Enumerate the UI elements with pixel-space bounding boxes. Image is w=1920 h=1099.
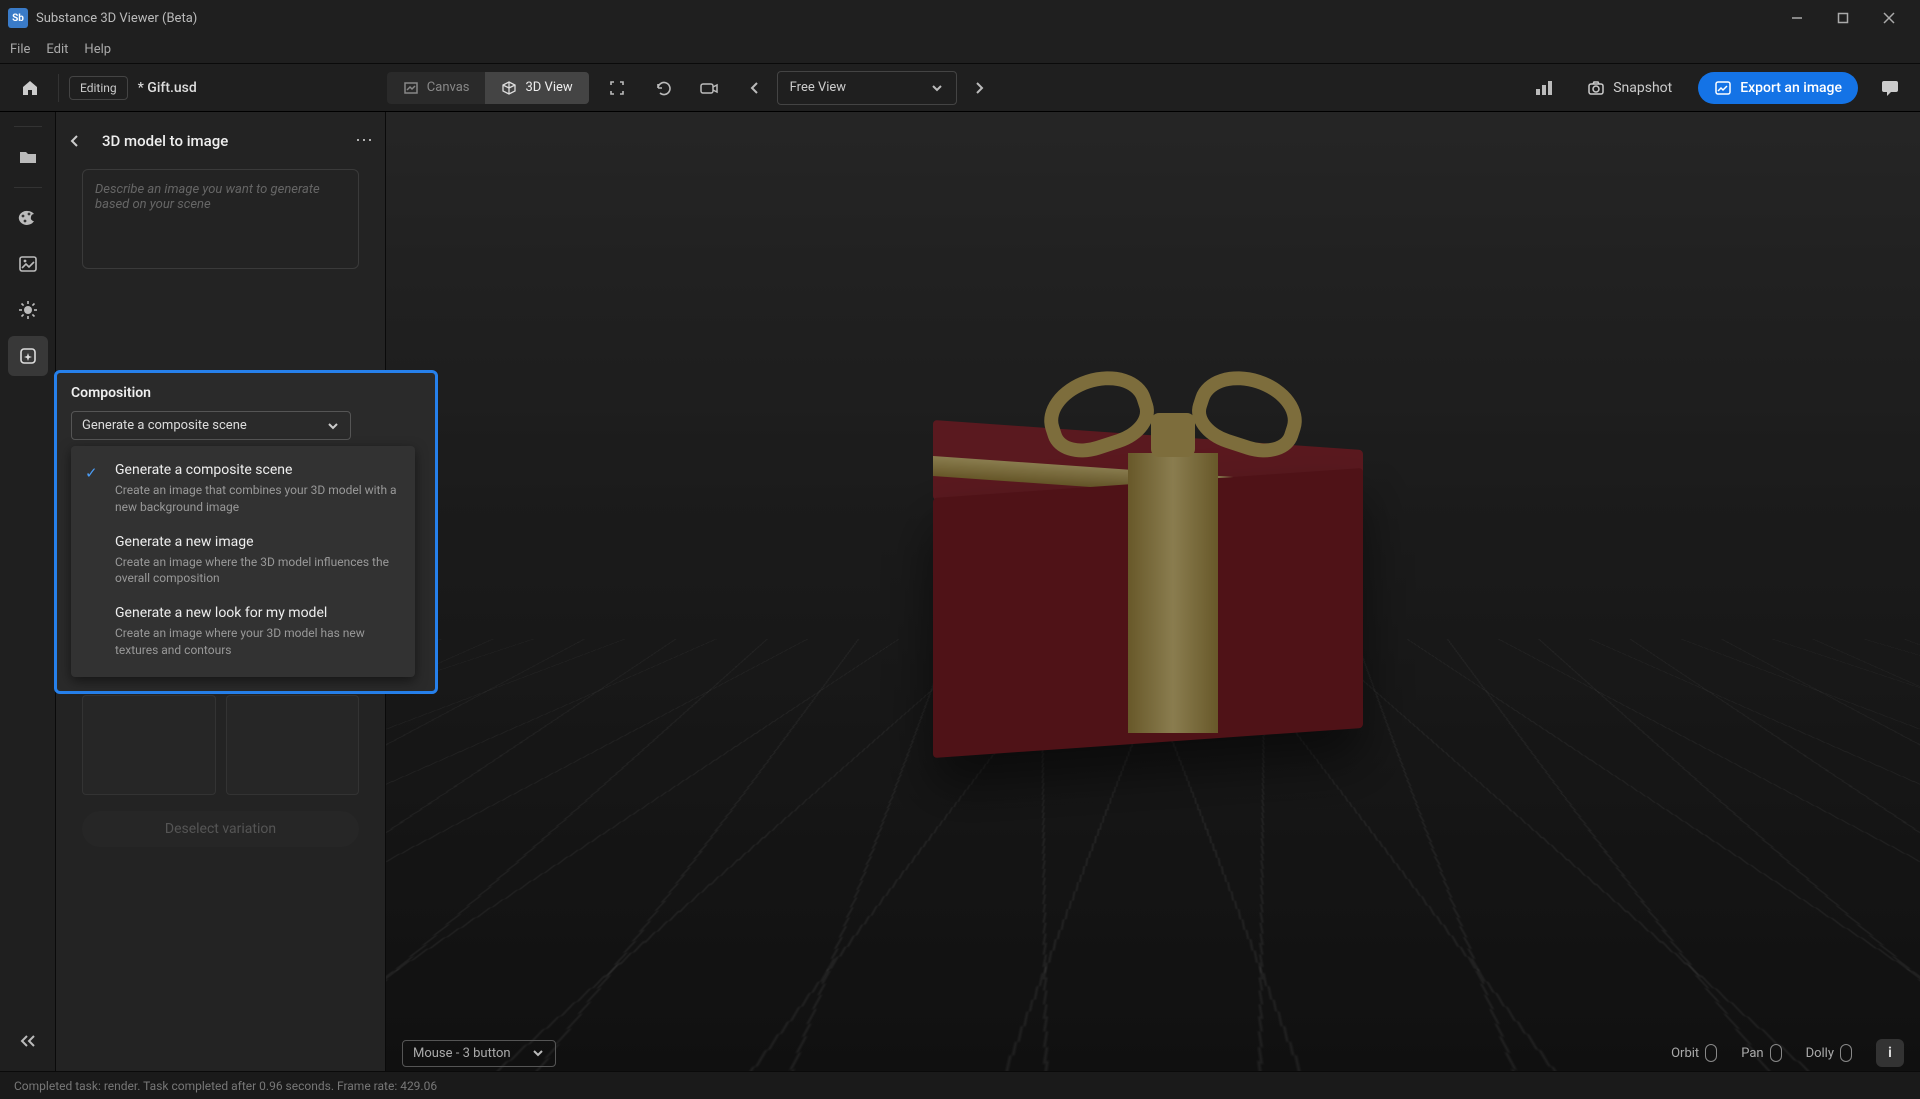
undo-button[interactable]	[645, 70, 681, 106]
palette-icon	[17, 209, 39, 227]
canvas-icon	[403, 80, 419, 96]
camera-select[interactable]: Free View	[777, 71, 957, 105]
rail-collapse-button[interactable]	[8, 1021, 48, 1061]
mode-badge: Editing	[69, 76, 128, 100]
check-icon: ✓	[85, 464, 98, 482]
mouse-mode-select[interactable]: Mouse - 3 button	[402, 1040, 556, 1067]
app-icon: Sb	[8, 8, 28, 28]
menu-file[interactable]: File	[10, 42, 30, 57]
panel-title: 3D model to image	[102, 132, 345, 150]
cube-icon	[501, 80, 517, 96]
separator	[14, 126, 42, 127]
variation-cell[interactable]	[82, 695, 216, 795]
mouse-icon	[1705, 1044, 1717, 1062]
viewport-3d[interactable]: Mouse - 3 button Orbit Pan Dolly i	[386, 112, 1920, 1071]
menu-bar: File Edit Help	[0, 36, 1920, 64]
window-minimize-button[interactable]	[1774, 0, 1820, 36]
composition-select-value: Generate a composite scene	[82, 418, 247, 433]
mouse-mode-label: Mouse - 3 button	[413, 1046, 511, 1061]
prompt-input[interactable]: Describe an image you want to generate b…	[82, 169, 359, 269]
composition-option-title: Generate a new look for my model	[115, 605, 401, 621]
snapshot-icon	[1587, 80, 1605, 96]
snapshot-label: Snapshot	[1613, 80, 1672, 96]
status-text: Completed task: render. Task completed a…	[14, 1079, 437, 1093]
dolly-hint: Dolly	[1806, 1044, 1852, 1062]
composition-option-desc: Create an image where your 3D model has …	[115, 625, 401, 659]
mouse-icon	[1770, 1044, 1782, 1062]
generate-icon	[18, 346, 38, 366]
viewport-footer: Mouse - 3 button Orbit Pan Dolly i	[386, 1035, 1920, 1071]
feedback-button[interactable]	[1872, 70, 1908, 106]
canvas-view-label: Canvas	[427, 80, 470, 95]
separator	[58, 74, 59, 102]
mouse-icon	[1840, 1044, 1852, 1062]
info-button[interactable]: i	[1876, 1039, 1904, 1067]
chevron-down-icon	[531, 1046, 545, 1060]
frame-tool-button[interactable]	[599, 70, 635, 106]
chevron-down-icon	[930, 81, 944, 95]
composition-label: Composition	[71, 385, 421, 401]
rail-generate-button[interactable]	[8, 336, 48, 376]
chevron-down-icon	[326, 419, 340, 433]
image-icon	[18, 255, 38, 273]
model-gift	[893, 363, 1413, 743]
home-button[interactable]	[12, 70, 48, 106]
toolbar: Editing * Gift.usd Canvas 3D View Free V…	[0, 64, 1920, 112]
panel-more-button[interactable]: ⋯	[355, 130, 373, 151]
camera-tool-button[interactable]	[691, 70, 727, 106]
composition-option[interactable]: ✓ Generate a composite scene Create an i…	[71, 454, 415, 526]
composition-option-title: Generate a composite scene	[115, 462, 401, 478]
window-maximize-button[interactable]	[1820, 0, 1866, 36]
composition-option[interactable]: Generate a new image Create an image whe…	[71, 526, 415, 598]
app-title: Substance 3D Viewer (Beta)	[36, 11, 197, 26]
3d-view-button[interactable]: 3D View	[485, 72, 588, 104]
title-bar: Sb Substance 3D Viewer (Beta)	[0, 0, 1920, 36]
menu-edit[interactable]: Edit	[46, 42, 68, 57]
rail-materials-button[interactable]	[8, 198, 48, 238]
export-image-label: Export an image	[1740, 80, 1842, 96]
canvas-view-button[interactable]: Canvas	[387, 72, 486, 104]
panel-back-button[interactable]	[68, 134, 92, 148]
tool-rail	[0, 112, 56, 1071]
export-image-button[interactable]: Export an image	[1698, 72, 1858, 104]
snapshot-button[interactable]: Snapshot	[1575, 72, 1684, 104]
orbit-hint: Orbit	[1671, 1044, 1717, 1062]
next-camera-button[interactable]	[961, 70, 997, 106]
3d-view-label: 3D View	[525, 80, 572, 95]
deselect-variation-button[interactable]: Deselect variation	[82, 811, 359, 847]
pan-hint: Pan	[1741, 1044, 1781, 1062]
camera-select-label: Free View	[790, 80, 846, 95]
side-panel: 3D model to image ⋯ Describe an image yo…	[56, 112, 386, 1071]
rail-assets-button[interactable]	[8, 137, 48, 177]
prev-camera-button[interactable]	[737, 70, 773, 106]
collapse-icon	[19, 1034, 37, 1048]
rail-scene-image-button[interactable]	[8, 244, 48, 284]
status-bar: Completed task: render. Task completed a…	[0, 1071, 1920, 1099]
folder-icon	[18, 149, 38, 165]
separator	[14, 187, 42, 188]
rail-lighting-button[interactable]	[8, 290, 48, 330]
export-icon	[1714, 80, 1732, 96]
composition-option[interactable]: Generate a new look for my model Create …	[71, 597, 415, 669]
main: 3D model to image ⋯ Describe an image yo…	[0, 112, 1920, 1071]
view-toggle: Canvas 3D View	[387, 72, 589, 104]
display-settings-button[interactable]	[1525, 70, 1561, 106]
file-name-label: * Gift.usd	[138, 80, 197, 96]
variation-cell[interactable]	[226, 695, 360, 795]
composition-dropdown-menu: ✓ Generate a composite scene Create an i…	[71, 446, 415, 677]
window-close-button[interactable]	[1866, 0, 1912, 36]
composition-option-title: Generate a new image	[115, 534, 401, 550]
composition-option-desc: Create an image that combines your 3D mo…	[115, 482, 401, 516]
menu-help[interactable]: Help	[84, 42, 111, 57]
composition-section: Composition Generate a composite scene ✓…	[54, 370, 438, 694]
composition-option-desc: Create an image where the 3D model influ…	[115, 554, 401, 588]
composition-select[interactable]: Generate a composite scene	[71, 411, 351, 440]
light-icon	[18, 300, 38, 320]
